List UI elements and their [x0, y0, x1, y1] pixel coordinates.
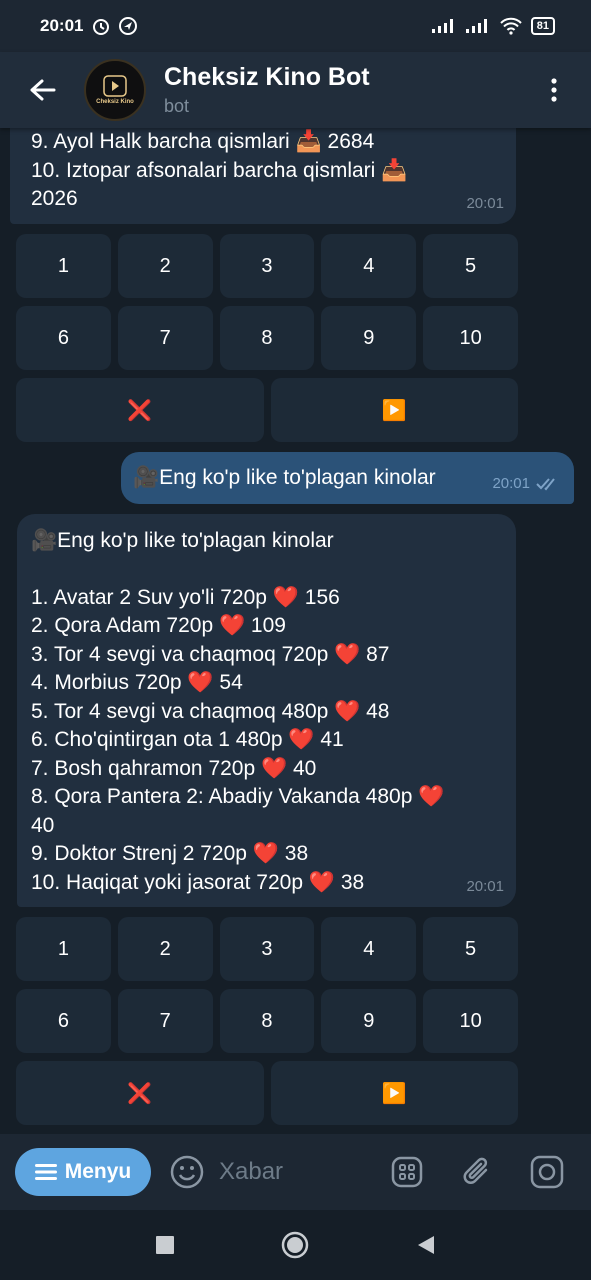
message-line: 2026 — [31, 187, 78, 210]
keyboard-next-button[interactable]: ▶️ — [270, 1061, 518, 1125]
more-vertical-icon — [551, 78, 557, 102]
message-line: 9. Doktor Strenj 2 720p ❤️ 38 — [31, 842, 309, 865]
keyboard-button-6[interactable]: 6 — [16, 989, 111, 1053]
keyboard-close-button[interactable]: ❌ — [16, 378, 264, 442]
keyboard-button-9[interactable]: 9 — [321, 306, 417, 370]
more-menu-button[interactable] — [529, 52, 579, 128]
signal-icon-2 — [465, 19, 487, 33]
keyboard-button-3[interactable]: 3 — [219, 234, 315, 298]
back-button[interactable] — [0, 52, 84, 128]
battery-indicator: 81 — [530, 17, 555, 35]
avatar[interactable]: Cheksiz Kino — [84, 59, 146, 121]
menu-icon — [34, 1164, 57, 1180]
keyboard-next-button[interactable]: ▶️ — [270, 378, 518, 442]
bot-menu-button[interactable]: Menyu — [15, 1148, 151, 1196]
message-input-bar: Menyu — [0, 1134, 591, 1210]
keyboard-button-3[interactable]: 3 — [219, 917, 315, 981]
smile-icon — [170, 1155, 204, 1189]
message-time: 20:01 — [466, 877, 504, 895]
message-time: 20:01 — [492, 470, 562, 499]
alarm-icon — [93, 19, 110, 35]
message-time: 20:01 — [466, 194, 504, 212]
inline-keyboard-row: 1 2 3 4 5 — [16, 234, 518, 298]
chat-title-block[interactable]: Cheksiz Kino Bot bot — [164, 63, 529, 117]
avatar-text: Cheksiz Kino — [96, 99, 134, 105]
commands-grid-icon — [391, 1156, 423, 1188]
message-line: 10. Haqiqat yoki jasorat 720p ❤️ 38 — [31, 870, 365, 894]
status-left: 20:01 — [40, 16, 138, 36]
keyboard-button-5[interactable]: 5 — [423, 234, 518, 298]
message-title: 🎥Eng ko'p like to'plagan kinolar — [31, 529, 334, 552]
message-bubble-top-liked[interactable]: 🎥Eng ko'p like to'plagan kinolar 1. Avat… — [17, 514, 516, 907]
wifi-icon — [500, 17, 522, 35]
keyboard-button-9[interactable]: 9 — [321, 989, 417, 1053]
back-nav-button[interactable] — [406, 1225, 446, 1265]
message-bubble-outgoing[interactable]: 🎥Eng ko'p like to'plagan kinolar 20:01 — [121, 452, 574, 504]
recents-button[interactable] — [145, 1225, 185, 1265]
keyboard-button-10[interactable]: 10 — [423, 306, 518, 370]
keyboard-button-7[interactable]: 7 — [117, 989, 213, 1053]
chat-header: Cheksiz Kino Cheksiz Kino Bot bot — [0, 52, 591, 128]
keyboard-button-1[interactable]: 1 — [16, 234, 111, 298]
message-line: 5. Tor 4 sevgi va chaqmoq 480p ❤️ 48 — [31, 699, 390, 723]
message-line: 10. Iztopar afsonalari barcha qismlari 📥 — [31, 158, 408, 182]
home-button[interactable] — [275, 1225, 315, 1265]
message-line: 9. Ayol Halk barcha qismlari 📥 2684 — [31, 130, 375, 153]
system-nav-bar — [0, 1210, 591, 1280]
camera-button[interactable] — [527, 1152, 567, 1192]
message-time-text: 20:01 — [492, 474, 530, 492]
inline-keyboard-row: 6 7 8 9 10 — [16, 306, 518, 370]
camera-icon — [530, 1155, 564, 1189]
keyboard-close-button[interactable]: ❌ — [16, 1061, 264, 1125]
arrow-left-icon — [30, 79, 56, 101]
status-right: 81 — [431, 17, 555, 35]
inline-keyboard-row: ❌ ▶️ — [16, 378, 518, 442]
emoji-button[interactable] — [169, 1154, 205, 1190]
triangle-back-icon — [417, 1236, 434, 1254]
status-time: 20:01 — [40, 16, 84, 35]
keyboard-button-8[interactable]: 8 — [219, 989, 315, 1053]
message-line: 6. Cho'qintirgan ota 1 480p ❤️ 41 — [31, 728, 344, 751]
home-circle-icon — [282, 1231, 309, 1259]
message-line: 1. Avatar 2 Suv yo'li 720p ❤️ 156 — [31, 585, 340, 609]
play-logo-icon — [103, 75, 127, 97]
message-line: 40 — [31, 813, 55, 837]
keyboard-button-2[interactable]: 2 — [117, 234, 213, 298]
keyboard-button-8[interactable]: 8 — [219, 306, 315, 370]
bot-menu-label: Menyu — [64, 1160, 132, 1183]
message-input[interactable] — [217, 1157, 381, 1187]
keyboard-button-6[interactable]: 6 — [16, 306, 111, 370]
message-line: 7. Bosh qahramon 720p ❤️ 40 — [31, 756, 317, 780]
signal-icon — [431, 19, 453, 33]
inline-keyboard-row: 6 7 8 9 10 — [16, 989, 518, 1053]
keyboard-button-4[interactable]: 4 — [321, 234, 417, 298]
chat-subtitle: bot — [164, 96, 190, 116]
keyboard-button-10[interactable]: 10 — [423, 989, 518, 1053]
keyboard-button-4[interactable]: 4 — [321, 917, 417, 981]
status-bar: 20:01 81 — [0, 0, 591, 52]
message-line: 4. Morbius 720p ❤️ 54 — [31, 671, 243, 694]
message-line: 2. Qora Adam 720p ❤️ 109 — [31, 614, 286, 637]
square-icon — [156, 1236, 175, 1254]
bot-commands-button[interactable] — [387, 1152, 427, 1192]
attach-button[interactable] — [457, 1152, 497, 1192]
keyboard-button-5[interactable]: 5 — [423, 917, 518, 981]
double-check-icon — [536, 478, 555, 491]
keyboard-button-7[interactable]: 7 — [117, 306, 213, 370]
paperclip-icon — [463, 1157, 488, 1184]
inline-keyboard-row: ❌ ▶️ — [16, 1061, 518, 1125]
message-line: 3. Tor 4 sevgi va chaqmoq 720p ❤️ 87 — [31, 642, 390, 666]
send-icon — [119, 17, 138, 35]
keyboard-button-1[interactable]: 1 — [16, 917, 111, 981]
message-line: 8. Qora Pantera 2: Abadiy Vakanda 480p ❤… — [31, 785, 445, 808]
inline-keyboard-row: 1 2 3 4 5 — [16, 917, 518, 981]
keyboard-button-2[interactable]: 2 — [117, 917, 213, 981]
chat-title: Cheksiz Kino Bot — [164, 63, 370, 91]
